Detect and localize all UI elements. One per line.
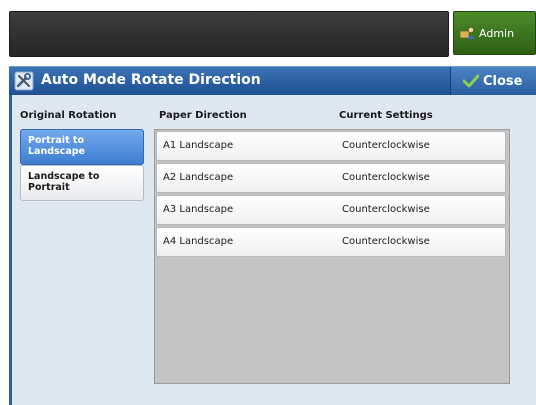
admin-user-icon: [460, 27, 475, 39]
original-rotation-header: Original Rotation: [20, 110, 117, 121]
table-row[interactable]: A4 Landscape Counterclockwise: [156, 227, 506, 257]
page-title: Auto Mode Rotate Direction: [41, 72, 261, 88]
admin-label: Admin: [479, 26, 515, 40]
paper-direction-cell: A1 Landscape: [163, 140, 234, 151]
current-setting-cell: Counterclockwise: [342, 236, 430, 247]
checkmark-icon: [463, 74, 479, 88]
rotation-option-line1: Portrait to: [28, 135, 84, 146]
table-row[interactable]: A2 Landscape Counterclockwise: [156, 163, 506, 193]
current-setting-cell: Counterclockwise: [342, 140, 430, 151]
rotation-option-landscape-to-portrait[interactable]: Landscape to Portrait: [20, 165, 144, 201]
admin-button[interactable]: Admin: [453, 11, 536, 55]
table-row[interactable]: A3 Landscape Counterclockwise: [156, 195, 506, 225]
paper-direction-cell: A4 Landscape: [163, 236, 234, 247]
content-area: Original Rotation Paper Direction Curren…: [9, 95, 536, 405]
paper-direction-cell: A2 Landscape: [163, 172, 234, 183]
rotation-list: Portrait to Landscape Landscape to Portr…: [20, 129, 144, 201]
table-row[interactable]: A1 Landscape Counterclockwise: [156, 131, 506, 161]
rotation-option-line2: Landscape: [28, 146, 85, 157]
title-bar: Auto Mode Rotate Direction Close: [9, 66, 536, 95]
close-button[interactable]: Close: [450, 67, 536, 95]
paper-direction-header: Paper Direction: [159, 110, 247, 121]
settings-table: A1 Landscape Counterclockwise A2 Landsca…: [154, 129, 510, 384]
close-label: Close: [483, 73, 523, 89]
status-area: [9, 11, 449, 57]
rotation-option-line2: Portrait: [28, 182, 70, 193]
rotation-option-line1: Landscape to: [28, 171, 100, 182]
top-bar: Admin: [9, 5, 536, 62]
current-setting-cell: Counterclockwise: [342, 172, 430, 183]
rotation-option-portrait-to-landscape[interactable]: Portrait to Landscape: [20, 129, 144, 165]
current-setting-cell: Counterclockwise: [342, 204, 430, 215]
paper-direction-cell: A3 Landscape: [163, 204, 234, 215]
tools-icon: [14, 71, 34, 91]
current-settings-header: Current Settings: [339, 110, 433, 121]
